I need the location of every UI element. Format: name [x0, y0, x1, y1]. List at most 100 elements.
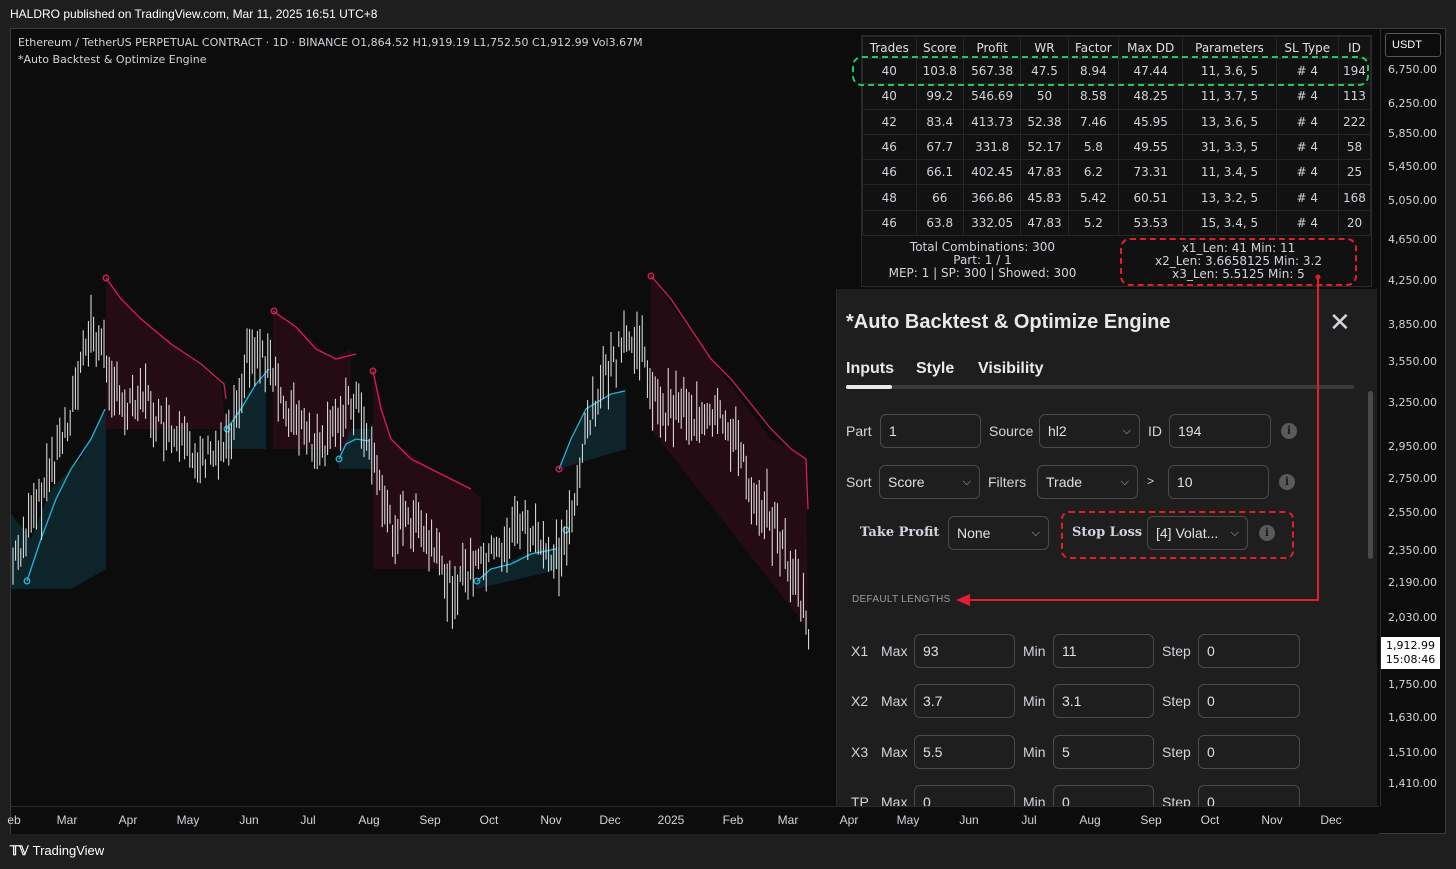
table-cell: 45.83 — [1020, 184, 1069, 211]
table-cell: 15, 3.4, 5 — [1182, 209, 1277, 237]
info-icon[interactable]: i — [1281, 423, 1297, 439]
price-tick-label: 4,250.00 — [1388, 274, 1437, 287]
time-tick-label: Mar — [56, 813, 78, 827]
table-cell: 53.53 — [1118, 209, 1184, 237]
tp-step-input[interactable]: 0 — [1198, 785, 1300, 806]
time-tick-label: Jun — [239, 813, 259, 827]
sort-select[interactable]: Score ⌵ — [879, 465, 980, 499]
x3-label: X3 — [851, 744, 869, 760]
table-cell: 46 — [862, 159, 917, 186]
info-icon[interactable]: i — [1279, 474, 1295, 490]
default-lengths-heading: DEFAULT LENGTHS — [852, 594, 951, 605]
time-tick-label: Sep — [419, 813, 441, 827]
dialog-scrollbar[interactable] — [1368, 391, 1373, 559]
part-input[interactable]: 1 — [880, 414, 981, 448]
chevron-down-icon: ⌵ — [1031, 527, 1040, 539]
table-cell: 52.38 — [1020, 108, 1069, 135]
filters-select[interactable]: Trade ⌵ — [1037, 465, 1138, 499]
table-cell: 42 — [862, 108, 917, 135]
price-tick-label: 2,190.00 — [1388, 576, 1437, 589]
currency-button[interactable]: USDT — [1385, 33, 1441, 57]
price-tick-label: 1,630.00 — [1388, 711, 1437, 724]
price-tick-label: 3,550.00 — [1388, 355, 1437, 368]
tab-style[interactable]: Style — [916, 360, 954, 378]
stop-loss-select[interactable]: [4] Volat... ⌵ — [1147, 516, 1248, 550]
x2-label: X2 — [851, 693, 869, 709]
tab-inputs[interactable]: Inputs — [846, 360, 894, 378]
table-row: 46 67.7 331.8 52.17 5.8 49.55 31, 3.3, 5 # 4 58 — [862, 133, 1372, 161]
combinations-summary: Total Combinations: 300 Part: 1 / 1 MEP:… — [862, 240, 1103, 286]
tp-step-label: Step — [1162, 794, 1191, 806]
table-cell: 83.4 — [915, 108, 964, 135]
x1-step-input[interactable]: 0 — [1198, 634, 1300, 668]
price-tick-label: 5,850.00 — [1388, 127, 1437, 140]
source-select[interactable]: hl2 ⌵ — [1039, 414, 1140, 448]
indicator-name[interactable]: *Auto Backtest & Optimize Engine — [18, 51, 643, 68]
price-tick-label: 3,850.00 — [1388, 318, 1437, 331]
table-cell: 13, 3.6, 5 — [1182, 108, 1277, 135]
table-row: 46 66.1 402.45 47.83 6.2 73.31 11, 3.4, 5 # 4 25 — [862, 159, 1372, 186]
indicator-settings-dialog: *Auto Backtest & Optimize Engine ✕ Input… — [836, 289, 1377, 806]
filters-value: Trade — [1046, 474, 1083, 490]
tp-max-input[interactable]: 0 — [914, 785, 1015, 806]
table-cell: 45.95 — [1118, 108, 1184, 135]
table-cell: 5.42 — [1067, 184, 1120, 211]
part-label: Part — [846, 423, 872, 439]
x2-step-input[interactable]: 0 — [1198, 684, 1300, 718]
close-icon[interactable]: ✕ — [1329, 309, 1351, 335]
table-cell: 67.7 — [915, 133, 964, 161]
time-tick-label: Jun — [959, 813, 979, 827]
footer-brand[interactable]: 𝕋𝕍 TradingView — [10, 843, 104, 859]
table-cell: 332.05 — [962, 209, 1022, 237]
x3-min-label: Min — [1023, 744, 1046, 760]
price-tick-label: 4,650.00 — [1388, 233, 1437, 246]
x2-max-label: Max — [881, 693, 908, 709]
take-profit-select[interactable]: None ⌵ — [948, 516, 1049, 550]
info-icon[interactable]: i — [1259, 525, 1275, 541]
x3-min-input[interactable]: 5 — [1053, 735, 1154, 769]
time-axis[interactable]: eb Mar Apr May Jun Jul Aug Sep Oct Nov Dec 2025 Feb M… — [7, 806, 1379, 834]
time-tick-label: Jul — [1021, 813, 1037, 827]
table-row: 48 66 366.86 45.83 5.42 60.51 13, 3.2, 5 # 4 168 — [862, 184, 1372, 211]
best-x3: x3_Len: 5.5125 Min: 5 — [1172, 267, 1305, 281]
chart-legend: Ethereum / TetherUS PERPETUAL CONTRACT ·… — [18, 34, 643, 68]
x2-min-input[interactable]: 3.1 — [1053, 684, 1154, 718]
table-cell: 8.58 — [1067, 83, 1120, 110]
tab-active-indicator — [846, 385, 892, 389]
table-row: 46 63.8 332.05 47.83 5.2 53.53 15, 3.4, 5 # 4 20 — [862, 209, 1372, 237]
time-tick-label: Dec — [1320, 813, 1342, 827]
x3-step-label: Step — [1162, 744, 1191, 760]
tab-visibility[interactable]: Visibility — [978, 360, 1044, 378]
table-cell: # 4 — [1275, 108, 1339, 135]
x1-step-label: Step — [1162, 643, 1191, 659]
table-cell: 48.25 — [1118, 83, 1184, 110]
x3-max-input[interactable]: 5.5 — [914, 735, 1015, 769]
chevron-down-icon: ⌵ — [962, 476, 971, 488]
x3-step-input[interactable]: 0 — [1198, 735, 1300, 769]
tp-min-input[interactable]: 0 — [1053, 785, 1154, 806]
tradingview-logo-icon: 𝕋𝕍 — [10, 843, 29, 858]
sort-value: Score — [888, 474, 925, 490]
take-profit-label: Take Profit — [860, 525, 940, 540]
chevron-down-icon: ⌵ — [1230, 527, 1239, 539]
source-label: Source — [989, 423, 1034, 439]
stop-loss-label: Stop Loss — [1072, 525, 1143, 540]
table-cell: 47.83 — [1020, 209, 1069, 237]
x1-min-input[interactable]: 11 — [1053, 634, 1154, 668]
x1-max-input[interactable]: 93 — [914, 634, 1015, 668]
price-tick-label: 2,550.00 — [1388, 506, 1437, 519]
price-axis[interactable]: 6,750.00 6,250.00 5,850.00 5,450.00 5,050.00… — [1380, 29, 1445, 806]
table-cell: 222 — [1337, 108, 1372, 135]
chevron-down-icon: ⌵ — [1120, 476, 1129, 488]
table-cell: 60.51 — [1118, 184, 1184, 211]
price-tick-label: 2,750.00 — [1388, 472, 1437, 485]
x2-max-input[interactable]: 3.7 — [914, 684, 1015, 718]
table-cell: 66 — [915, 184, 964, 211]
x2-min-label: Min — [1023, 693, 1046, 709]
table-cell: 366.86 — [962, 184, 1022, 211]
filter-threshold-input[interactable]: 10 — [1168, 465, 1269, 499]
id-input[interactable]: 194 — [1169, 414, 1271, 448]
band-fill — [226, 369, 271, 449]
publish-info-bar: HALDRO published on TradingView.com, Mar… — [0, 0, 1456, 28]
tab-track — [846, 385, 1354, 389]
